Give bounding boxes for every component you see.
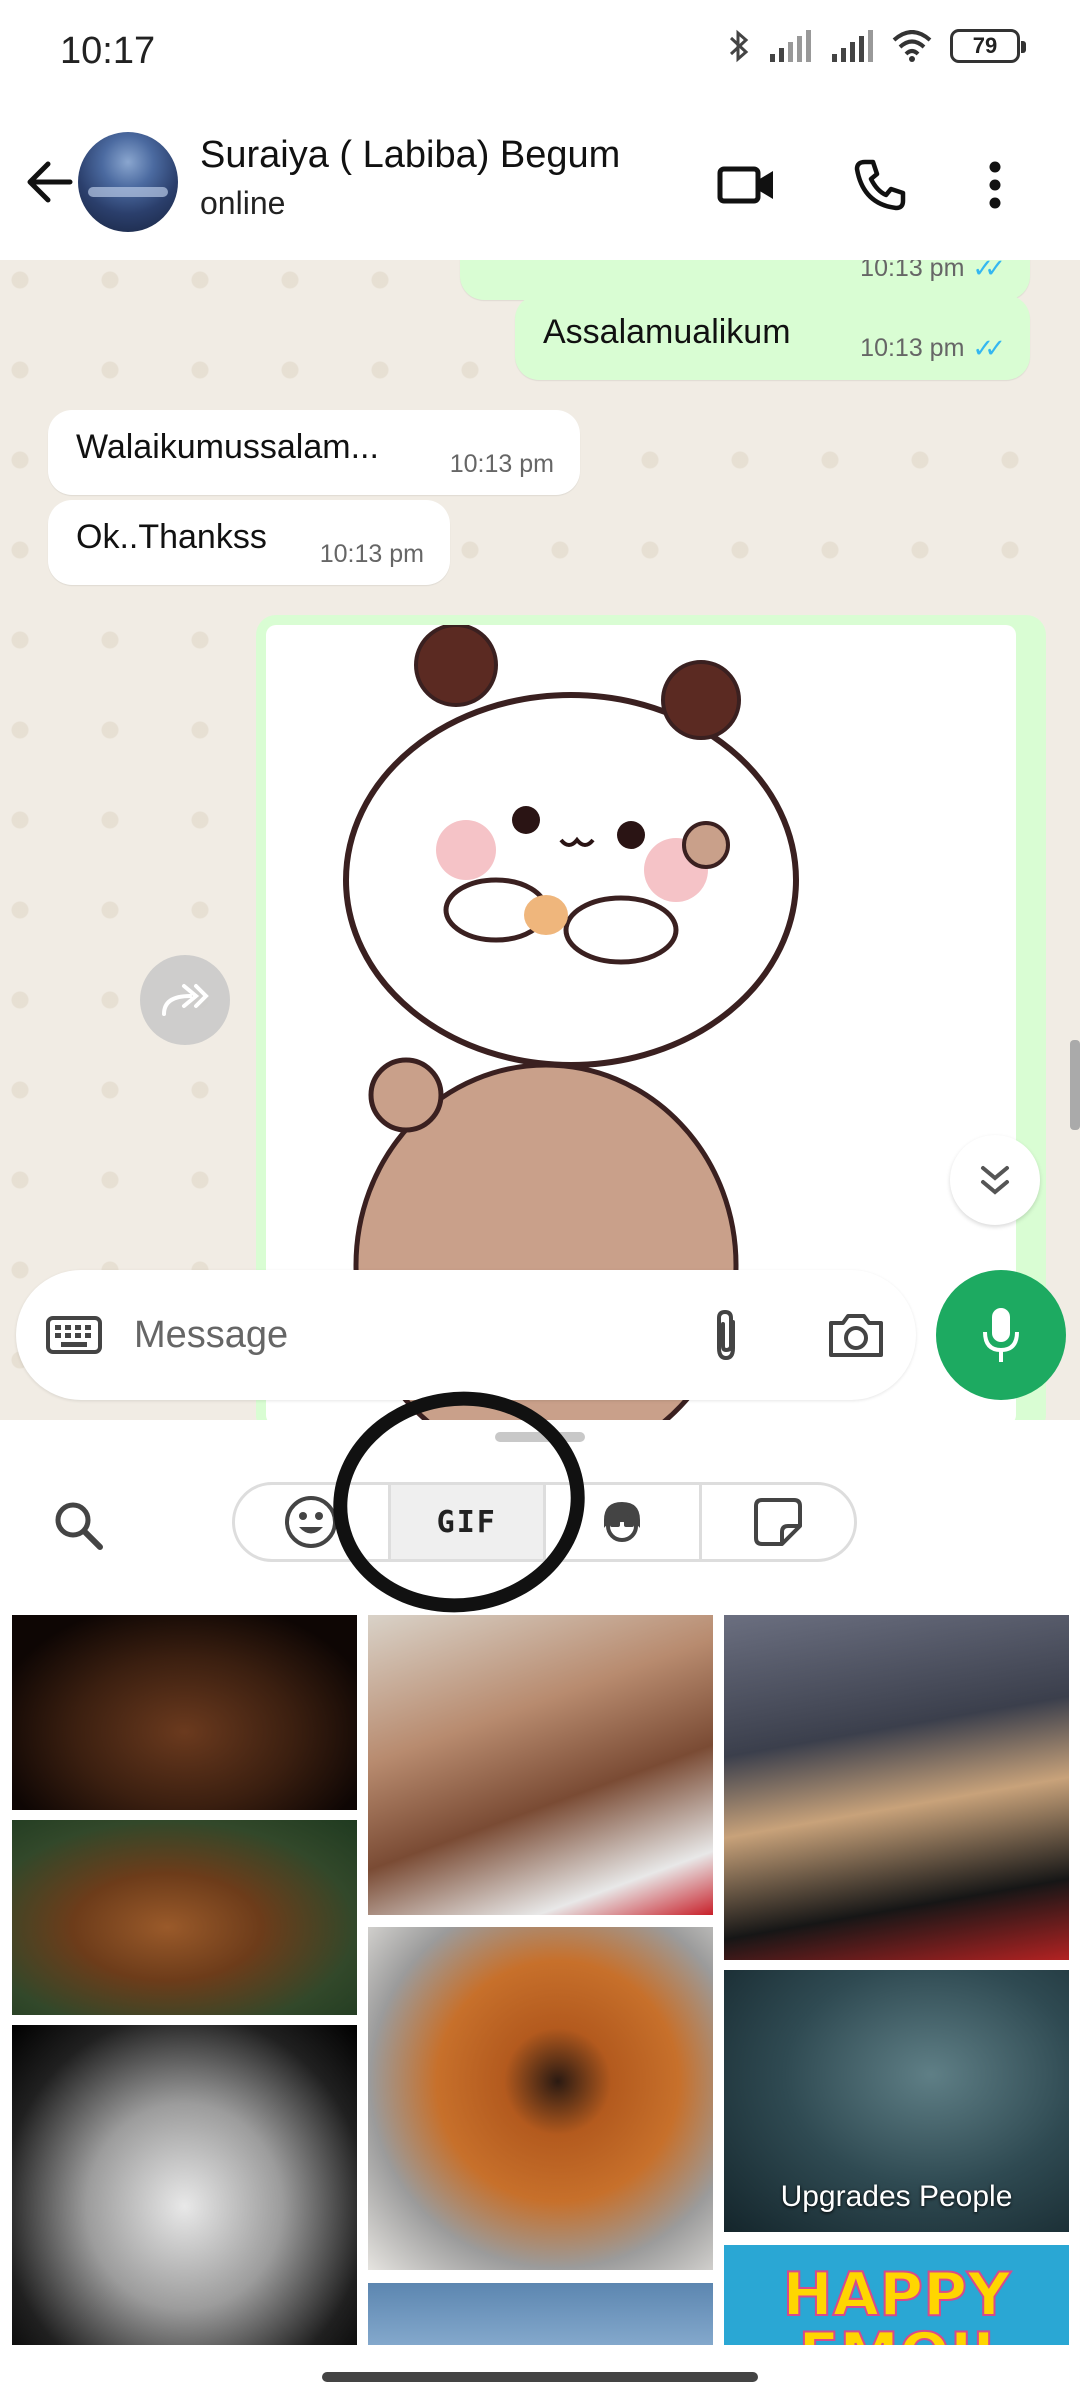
- message-input-box: [16, 1270, 916, 1400]
- expression-tabs: GIF: [232, 1482, 857, 1562]
- gif-icon: GIF: [436, 1504, 497, 1540]
- forward-arrow-icon: [162, 984, 209, 1016]
- avatar-icon: [604, 1502, 641, 1542]
- camera-icon: [829, 1314, 883, 1357]
- scroll-to-bottom-button[interactable]: [950, 1135, 1040, 1225]
- keyboard-icon: [46, 1316, 102, 1354]
- more-options-button[interactable]: [960, 150, 1030, 220]
- tab-gif[interactable]: GIF: [390, 1485, 546, 1559]
- paperclip-icon: [717, 1309, 735, 1361]
- status-icons: 79: [728, 28, 1026, 64]
- gif-item[interactable]: [368, 1927, 713, 2270]
- message-text: Walaikumussalam...: [76, 428, 379, 466]
- status-time: 10:17: [60, 30, 156, 72]
- camera-button[interactable]: [824, 1305, 888, 1365]
- tab-sticker[interactable]: [702, 1485, 855, 1559]
- forward-button[interactable]: [140, 955, 230, 1045]
- message-text: Assalamualikum: [543, 313, 791, 351]
- tab-avatar[interactable]: [546, 1485, 702, 1559]
- microphone-icon: [983, 1308, 1019, 1362]
- keyboard-toggle-button[interactable]: [44, 1305, 104, 1365]
- video-call-button[interactable]: [712, 150, 782, 220]
- message-input[interactable]: [134, 1300, 654, 1370]
- attach-button[interactable]: [696, 1305, 756, 1365]
- wifi-icon: [892, 30, 932, 62]
- gif-search-button[interactable]: [48, 1495, 108, 1555]
- smiley-icon: [285, 1496, 338, 1548]
- contact-name: Suraiya ( Labiba) Begum: [200, 134, 621, 176]
- voice-message-button[interactable]: [936, 1270, 1066, 1400]
- gif-caption: HAPPY EMOJI: [781, 2260, 1011, 2345]
- status-bar: 10:17 79: [0, 0, 1080, 110]
- partial-message-bubble[interactable]: 10:13 pm ✓✓: [460, 260, 1030, 300]
- signal-icon-2: [832, 30, 873, 62]
- message-time: 10:13 pm: [449, 450, 554, 478]
- message-time: 10:13 pm ✓✓: [860, 333, 1006, 364]
- message-time: 10:13 pm ✓✓: [860, 260, 1006, 284]
- contact-info[interactable]: Suraiya ( Labiba) Begum online: [200, 134, 620, 222]
- panel-drag-handle[interactable]: [495, 1432, 585, 1442]
- phone-icon: [854, 159, 906, 211]
- gesture-nav-bar[interactable]: [322, 2372, 758, 2382]
- message-bubble-incoming[interactable]: Ok..Thankss 10:13 pm: [48, 500, 450, 585]
- read-ticks-icon: ✓✓: [972, 333, 1005, 363]
- gif-item[interactable]: [368, 1615, 713, 1915]
- gif-caption: Upgrades People: [780, 2180, 1013, 2213]
- gif-item[interactable]: [724, 1615, 1069, 1960]
- voice-call-button[interactable]: [845, 150, 915, 220]
- battery-indicator: 79: [950, 29, 1026, 63]
- bluetooth-icon: [729, 29, 749, 63]
- back-arrow-icon[interactable]: [20, 152, 80, 212]
- gif-item[interactable]: [368, 2283, 713, 2345]
- signal-icon: [770, 30, 811, 62]
- chat-area[interactable]: 10:13 pm ✓✓ Assalamualikum 10:13 pm ✓✓ Wal…: [0, 260, 1080, 1420]
- gif-item[interactable]: [12, 2025, 357, 2345]
- read-ticks-icon: ✓✓: [972, 260, 1005, 283]
- message-bubble-incoming[interactable]: Walaikumussalam... 10:13 pm: [48, 410, 580, 495]
- chat-header: Suraiya ( Labiba) Begum online: [0, 110, 1080, 260]
- gif-item[interactable]: [12, 1615, 357, 1810]
- gif-item[interactable]: HAPPY EMOJI: [724, 2245, 1069, 2345]
- message-text: Ok..Thankss: [76, 518, 267, 556]
- message-time: 10:13 pm: [319, 540, 424, 568]
- gif-results-grid: Upgrades People HAPPY EMOJI: [0, 1605, 1080, 2345]
- message-bubble-outgoing[interactable]: Assalamualikum 10:13 pm ✓✓: [515, 295, 1030, 380]
- gif-item[interactable]: Upgrades People: [724, 1970, 1069, 2232]
- chat-scrollbar[interactable]: [1070, 1040, 1080, 1130]
- double-chevron-down-icon: [981, 1166, 1009, 1195]
- search-icon: [55, 1502, 103, 1550]
- tab-emoji[interactable]: [235, 1485, 391, 1559]
- contact-avatar[interactable]: [78, 132, 178, 232]
- sticker-icon: [753, 1498, 802, 1546]
- contact-status: online: [200, 185, 286, 221]
- message-composer: [0, 1260, 1080, 1420]
- video-camera-icon: [717, 166, 773, 204]
- gif-item[interactable]: [12, 1820, 357, 2015]
- more-vert-icon: [989, 161, 1001, 209]
